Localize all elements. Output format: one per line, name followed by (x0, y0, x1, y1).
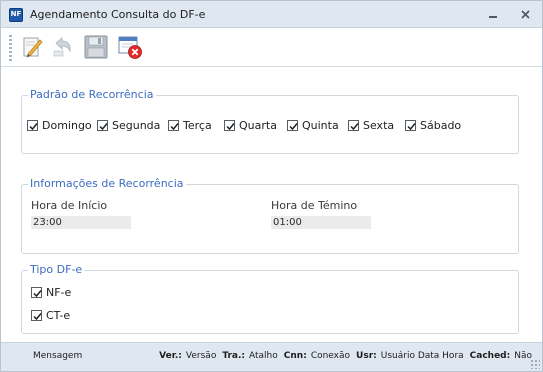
checkbox[interactable] (405, 120, 416, 131)
status-user-key: Usr: (356, 351, 377, 361)
window-title: Agendamento Consulta do DF-e (30, 8, 206, 21)
checkbox[interactable] (31, 310, 42, 321)
day-checkbox-sexta[interactable]: Sexta (348, 119, 394, 132)
dfe-type-checkbox-cte[interactable]: CT-e (31, 309, 70, 322)
minimize-button[interactable] (483, 5, 503, 23)
checkmark-icon (33, 290, 42, 298)
status-connection-key: Cnn: (283, 351, 307, 361)
pencil-edit-icon (23, 37, 43, 58)
status-message: Mensagem (33, 351, 83, 361)
window-close-icon (118, 36, 142, 59)
recurrence-pattern-group: Padrão de Recorrência Domingo Segunda Te… (21, 88, 519, 154)
status-version-key: Ver.: (159, 351, 182, 361)
resize-grip[interactable] (530, 359, 540, 369)
toolbar (1, 29, 542, 67)
day-checkbox-terca[interactable]: Terça (168, 119, 212, 132)
checkmark-icon (33, 313, 42, 321)
status-version-value: Versão (185, 351, 217, 361)
end-time-label: Hora de Témino (271, 199, 358, 212)
checkbox-label: Terça (183, 119, 212, 132)
recurrence-info-group: Informações de Recorrência Hora de Iníci… (21, 177, 519, 254)
checkmark-icon (350, 123, 359, 131)
close-window-button[interactable] (515, 5, 535, 23)
status-shortcut-value: Atalho (249, 351, 278, 361)
day-checkbox-quinta[interactable]: Quinta (287, 119, 339, 132)
floppy-save-icon (84, 35, 108, 59)
content-area: Padrão de Recorrência Domingo Segunda Te… (1, 68, 542, 342)
dfe-type-checkbox-nfe[interactable]: NF-e (31, 286, 71, 299)
save-button[interactable] (82, 33, 110, 61)
close-icon (520, 9, 530, 19)
checkbox-label: Sábado (420, 119, 462, 132)
day-checkbox-domingo[interactable]: Domingo (27, 119, 92, 132)
status-shortcut-key: Tra.: (222, 351, 246, 361)
checkbox-label: Domingo (42, 119, 92, 132)
start-time-label: Hora de Início (31, 199, 108, 212)
status-connection-value: Conexão (310, 351, 351, 361)
dfe-type-legend: Tipo DF-e (28, 263, 85, 276)
checkbox[interactable] (31, 287, 42, 298)
checkbox[interactable] (97, 120, 108, 131)
dfe-type-group: Tipo DF-e NF-e CT-e (21, 263, 519, 334)
checkbox[interactable] (27, 120, 38, 131)
checkbox[interactable] (168, 120, 179, 131)
app-logo-text: NF (10, 10, 22, 18)
checkmark-icon (29, 123, 38, 131)
checkbox-label: CT-e (46, 309, 71, 322)
day-checkbox-sabado[interactable]: Sábado (405, 119, 461, 132)
end-time-field[interactable]: 01:00 (271, 216, 371, 229)
app-window: NF Agendamento Consulta do DF-e Padrão d… (0, 0, 543, 372)
minimize-icon (489, 16, 497, 18)
checkbox-label: Quarta (239, 119, 277, 132)
undo-button[interactable] (48, 33, 76, 61)
checkbox-label: Sexta (363, 119, 395, 132)
checkmark-icon (289, 123, 298, 131)
recurrence-pattern-legend: Padrão de Recorrência (28, 88, 156, 101)
day-checkbox-segunda[interactable]: Segunda (97, 119, 160, 132)
checkbox[interactable] (348, 120, 359, 131)
status-cached-key: Cached: (469, 351, 511, 361)
checkbox-label: NF-e (46, 286, 72, 299)
checkmark-icon (407, 123, 416, 131)
checkmark-icon (226, 123, 235, 131)
status-bar: Mensagem Ver.: Versão Tra.: Atalho Cnn: … (1, 342, 542, 371)
checkbox-label: Segunda (112, 119, 161, 132)
checkbox-label: Quinta (302, 119, 339, 132)
app-logo-icon: NF (9, 8, 23, 22)
edit-button[interactable] (18, 33, 46, 61)
toolbar-grip[interactable] (9, 35, 12, 61)
undo-arrow-icon (53, 37, 71, 57)
recurrence-info-legend: Informações de Recorrência (28, 177, 186, 190)
checkmark-icon (170, 123, 179, 131)
cancel-button[interactable] (116, 33, 144, 61)
checkbox[interactable] (224, 120, 235, 131)
start-time-field[interactable]: 23:00 (31, 216, 131, 229)
checkmark-icon (99, 123, 108, 131)
status-user-value: Usuário Data Hora (380, 351, 464, 361)
title-bar[interactable]: NF Agendamento Consulta do DF-e (1, 1, 542, 28)
day-checkbox-quarta[interactable]: Quarta (224, 119, 277, 132)
status-info: Ver.: Versão Tra.: Atalho Cnn: Conexão U… (159, 351, 534, 361)
checkbox[interactable] (287, 120, 298, 131)
